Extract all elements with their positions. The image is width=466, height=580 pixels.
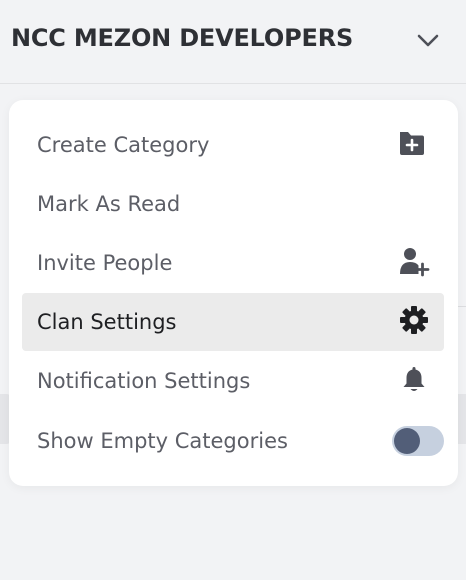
menu-item-invite-people[interactable]: Invite People bbox=[22, 234, 444, 292]
menu-item-label: Mark As Read bbox=[37, 192, 181, 216]
user-plus-icon bbox=[398, 245, 430, 281]
menu-item-create-category[interactable]: Create Category bbox=[22, 116, 444, 174]
menu-item-label: Notification Settings bbox=[37, 369, 251, 393]
menu-item-label: Create Category bbox=[37, 133, 210, 157]
clan-header[interactable]: NCC MEZON DEVELOPERS bbox=[0, 0, 466, 84]
chevron-down-icon[interactable] bbox=[416, 32, 440, 50]
gear-icon bbox=[399, 305, 429, 339]
clan-dropdown-menu: Create Category Mark As Read Invite Peop… bbox=[9, 100, 458, 486]
menu-item-label: Clan Settings bbox=[37, 310, 177, 334]
menu-item-clan-settings[interactable]: Clan Settings bbox=[22, 293, 444, 351]
menu-item-label: Show Empty Categories bbox=[37, 429, 288, 453]
menu-item-notification-settings[interactable]: Notification Settings bbox=[22, 352, 444, 410]
menu-item-mark-as-read[interactable]: Mark As Read bbox=[22, 175, 444, 233]
bell-icon bbox=[401, 365, 427, 397]
folder-plus-icon bbox=[397, 129, 427, 161]
clan-name: NCC MEZON DEVELOPERS bbox=[11, 24, 354, 52]
toggle-knob bbox=[394, 428, 420, 454]
menu-item-label: Invite People bbox=[37, 251, 173, 275]
menu-item-show-empty-categories[interactable]: Show Empty Categories bbox=[22, 412, 444, 470]
show-empty-categories-toggle[interactable] bbox=[392, 426, 444, 456]
